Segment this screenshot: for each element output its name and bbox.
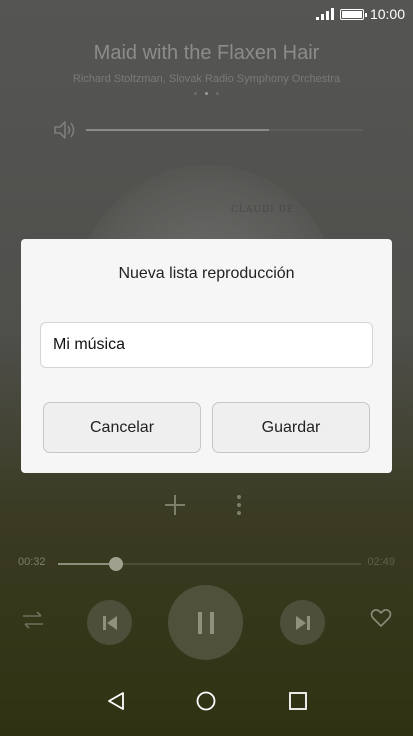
status-bar: 10:00: [0, 0, 413, 28]
pause-icon[interactable]: [168, 585, 243, 660]
recents-icon[interactable]: [285, 688, 311, 714]
battery-icon: [339, 8, 367, 20]
total-time: 02:49: [367, 556, 395, 568]
skip-previous-icon[interactable]: [87, 600, 132, 645]
dialog-title: Nueva lista reproducción: [118, 265, 295, 282]
volume-slider[interactable]: [86, 129, 363, 131]
page-dot-active: [205, 92, 208, 95]
current-time: 00:32: [18, 556, 46, 568]
heart-icon[interactable]: [368, 605, 394, 631]
plus-icon[interactable]: [164, 490, 186, 520]
album-art-text: CLAUDI DE: [231, 205, 295, 215]
track-actions: [0, 490, 413, 520]
more-vertical-icon[interactable]: [228, 490, 250, 520]
page-indicator: [0, 92, 413, 95]
seek-bar[interactable]: [58, 557, 361, 571]
cancel-button[interactable]: Cancelar: [43, 402, 201, 453]
system-nav-bar: [0, 672, 413, 736]
home-icon[interactable]: [193, 688, 219, 714]
playback-progress: 00:32 02:49: [0, 552, 413, 574]
status-time: 10:00: [369, 6, 405, 22]
page-dot: [194, 92, 197, 95]
status-icons: 10:00: [315, 6, 405, 22]
song-artist: Richard Stoltzman, Slovak Radio Symphony…: [72, 73, 341, 85]
new-playlist-dialog: Nueva lista reproducción Cancelar Guarda…: [21, 239, 392, 473]
signal-icon: [315, 8, 334, 20]
playback-controls: [0, 585, 413, 660]
skip-next-icon[interactable]: [280, 600, 325, 645]
volume-level: [86, 129, 269, 131]
playlist-name-input[interactable]: [40, 322, 373, 368]
speaker-icon[interactable]: [52, 118, 78, 142]
volume-row: [52, 118, 363, 142]
seek-bar-thumb[interactable]: [108, 557, 123, 571]
save-button[interactable]: Guardar: [212, 402, 370, 453]
seek-bar-fill: [58, 563, 116, 565]
song-title: Maid with the Flaxen Hair: [93, 42, 320, 64]
page-dot: [216, 92, 219, 95]
back-icon[interactable]: [103, 688, 129, 714]
repeat-icon[interactable]: [20, 607, 46, 633]
